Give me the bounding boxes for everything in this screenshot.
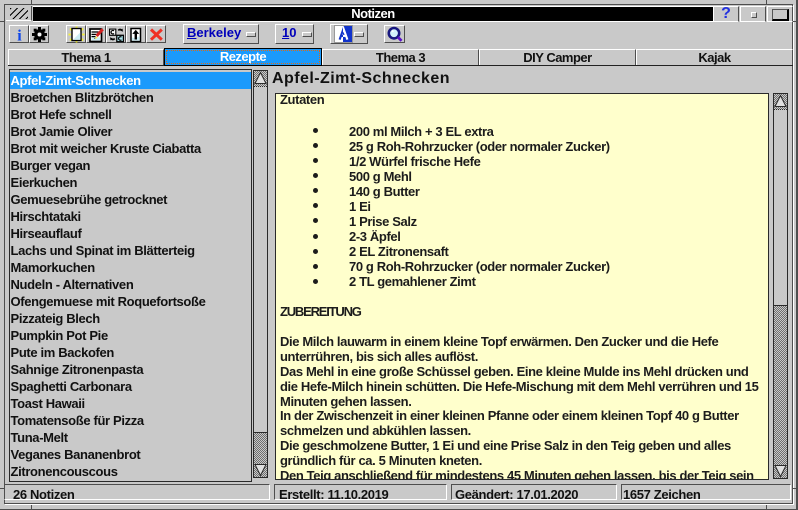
svg-text:i: i	[17, 28, 22, 44]
